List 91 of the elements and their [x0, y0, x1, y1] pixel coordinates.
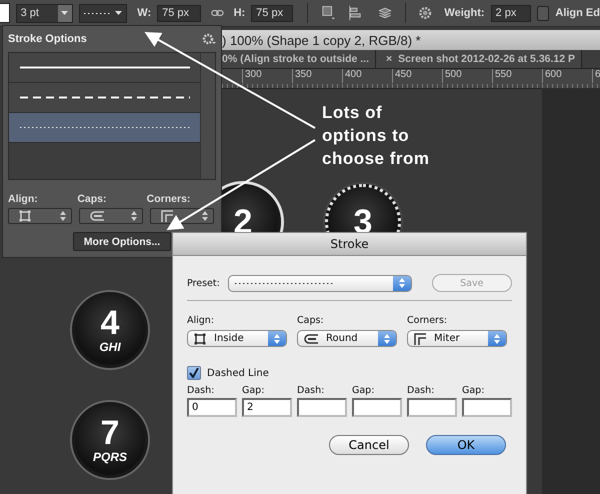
- dashed-line-checkbox[interactable]: [187, 366, 201, 380]
- align-inside-icon: [19, 210, 31, 222]
- stepper-icon: [384, 334, 390, 344]
- height-field[interactable]: 75 px: [251, 4, 294, 22]
- ruler-label: 6: [595, 69, 600, 80]
- stepper-icon: [274, 334, 280, 344]
- caps-dropdown[interactable]: Round: [297, 330, 397, 347]
- annotation-text: Lots of options to choose from: [322, 102, 430, 170]
- dash-gap-field[interactable]: 2: [242, 398, 292, 417]
- corners-label: Corners:: [407, 315, 448, 326]
- align-inside-icon: [194, 332, 206, 344]
- key-digit: 7: [100, 416, 120, 450]
- height-label: H:: [234, 7, 246, 19]
- field-label: Gap:: [462, 385, 486, 396]
- dash-gap-field[interactable]: [297, 398, 347, 417]
- scrollbar[interactable]: [200, 52, 215, 180]
- caps-dropdown[interactable]: [79, 208, 143, 224]
- stepper-icon: [131, 211, 137, 222]
- ruler-label: 450: [395, 69, 412, 80]
- field-label: Dash:: [297, 385, 326, 396]
- ruler-label: 350: [295, 69, 312, 80]
- ruler-label: 600: [545, 69, 562, 80]
- align-icon[interactable]: [348, 4, 364, 22]
- preset-label: Preset:: [187, 278, 220, 288]
- settings-icon[interactable]: [202, 32, 216, 45]
- dashed-line-label: Dashed Line: [207, 368, 269, 378]
- key-letters: GHI: [99, 340, 121, 354]
- caps-label: Caps:: [297, 315, 325, 326]
- align-label: Align:: [187, 315, 216, 326]
- stroke-type-dropdown[interactable]: [78, 4, 128, 22]
- miter-corner-icon: [414, 332, 426, 344]
- align-label: Align:: [8, 193, 39, 206]
- key-letters: PQRS: [92, 450, 127, 464]
- ok-button[interactable]: OK: [426, 435, 506, 455]
- dash-gap-field[interactable]: [352, 398, 402, 417]
- stepper-icon: [202, 211, 208, 222]
- field-label: Gap:: [352, 385, 376, 396]
- field-label: Gap:: [242, 385, 266, 396]
- panel-title: Stroke Options: [8, 32, 87, 45]
- dashed-stroke-icon: [20, 96, 190, 99]
- dotted-stroke-icon: [84, 12, 112, 14]
- ruler-label: 500: [445, 69, 462, 80]
- field-label: Dash:: [187, 385, 216, 396]
- dotted-stroke-icon: [234, 282, 335, 284]
- align-dropdown[interactable]: [8, 208, 72, 224]
- width-field[interactable]: 75 px: [157, 4, 201, 22]
- document-tab[interactable]: 0% (Align stroke to outside ...: [222, 50, 376, 68]
- more-options-button[interactable]: More Options...: [72, 232, 172, 251]
- link-icon[interactable]: [210, 9, 224, 17]
- close-button[interactable]: ×: [386, 53, 392, 65]
- cancel-button[interactable]: Cancel: [329, 435, 409, 455]
- dash-gap-field[interactable]: [462, 398, 512, 417]
- color-swatch[interactable]: [0, 3, 10, 23]
- caret-icon: [61, 11, 68, 15]
- stroke-preset-item[interactable]: [9, 52, 200, 83]
- width-label: W:: [137, 7, 152, 19]
- ruler-label: 400: [345, 69, 362, 80]
- stepper-icon: [398, 278, 405, 288]
- dialog-title: Stroke: [330, 237, 369, 251]
- weight-label: Weight:: [444, 7, 485, 19]
- stroke-size-dropdown[interactable]: 3 pt: [16, 4, 73, 22]
- align-edges-checkbox[interactable]: [536, 6, 550, 20]
- dotted-stroke-icon: [20, 126, 190, 129]
- dash-gap-field[interactable]: [407, 398, 457, 417]
- document-tab[interactable]: × Screen shot 2012-02-26 at 5.36.12 P: [376, 50, 582, 68]
- round-cap-icon: [90, 211, 104, 222]
- miter-corner-icon: [161, 210, 173, 222]
- dash-gap-field[interactable]: 0: [187, 398, 237, 417]
- align-dropdown[interactable]: Inside: [187, 330, 287, 347]
- caret-icon: [115, 11, 122, 15]
- weight-field[interactable]: 2 px: [490, 4, 531, 22]
- key-digit: 4: [100, 306, 120, 340]
- solid-stroke-icon: [20, 66, 190, 69]
- round-cap-icon: [304, 334, 318, 344]
- preset-dropdown[interactable]: [228, 274, 412, 292]
- field-label: Dash:: [407, 385, 436, 396]
- path-operations-icon[interactable]: [322, 4, 335, 22]
- caps-label: Caps:: [77, 193, 108, 206]
- ruler-label: 550: [495, 69, 512, 80]
- corners-dropdown[interactable]: Miter: [407, 330, 507, 347]
- tab-label: Screen shot 2012-02-26 at 5.36.12 P: [398, 53, 576, 65]
- stroke-preset-item[interactable]: [9, 82, 200, 113]
- document-title: ) 100% (Shape 1 copy 2, RGB/8) *: [222, 30, 600, 50]
- ruler-label: 300: [245, 69, 262, 80]
- align-edges-label: Align Ed: [555, 7, 600, 19]
- corners-label: Corners:: [146, 193, 192, 206]
- settings-icon[interactable]: [418, 4, 432, 22]
- corners-dropdown[interactable]: [150, 208, 214, 224]
- tab-label: 0% (Align stroke to outside ...: [222, 53, 370, 65]
- stepper-icon: [60, 211, 66, 222]
- stepper-icon: [494, 334, 500, 344]
